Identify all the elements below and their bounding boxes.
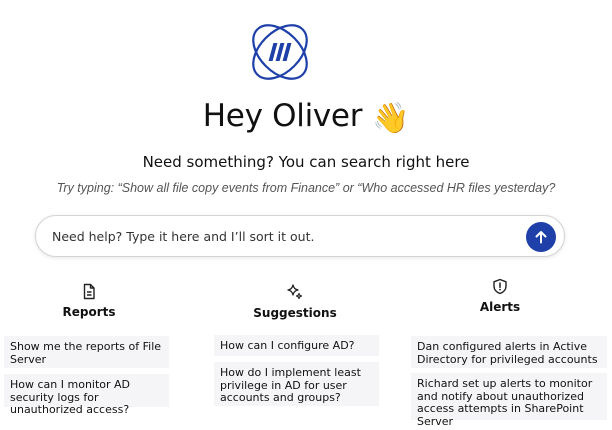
alerts-item-2[interactable]: Richard set up alerts to monitor and not… [411, 373, 607, 427]
headline: Need something? You can search right her… [142, 153, 470, 171]
reports-item-2[interactable]: How can I monitor AD security logs for u… [4, 374, 169, 416]
alerts-header[interactable]: Alerts [420, 278, 580, 314]
document-icon [83, 283, 95, 300]
sparkles-icon [287, 284, 303, 300]
reports-header[interactable]: Reports [9, 283, 169, 319]
shield-alert-icon [493, 278, 507, 295]
reports-item-1[interactable]: Show me the reports of File Server [4, 336, 169, 368]
suggestions-item-2[interactable]: How do I implement least privilege in AD… [214, 362, 379, 406]
greeting-text: Hey Oliver [202, 98, 363, 134]
suggestions-header[interactable]: Suggestions [215, 283, 375, 320]
alerts-title: Alerts [479, 300, 521, 314]
suggestions-item-1[interactable]: How can I configure AD? [214, 335, 379, 356]
suggestions-title: Suggestions [253, 306, 337, 320]
search-bar [35, 215, 565, 257]
search-hint: Try typing: “Show all file copy events f… [56, 181, 556, 195]
alerts-item-1[interactable]: Dan configured alerts in Active Director… [411, 336, 607, 368]
arrow-up-icon [535, 231, 547, 244]
logo-icon [252, 24, 308, 80]
search-input[interactable] [52, 216, 522, 256]
send-button[interactable] [526, 222, 556, 252]
waving-hand-icon: 👋 [372, 101, 410, 136]
reports-title: Reports [62, 305, 116, 319]
greeting-heading: Hey Oliver 👋 [0, 98, 612, 136]
